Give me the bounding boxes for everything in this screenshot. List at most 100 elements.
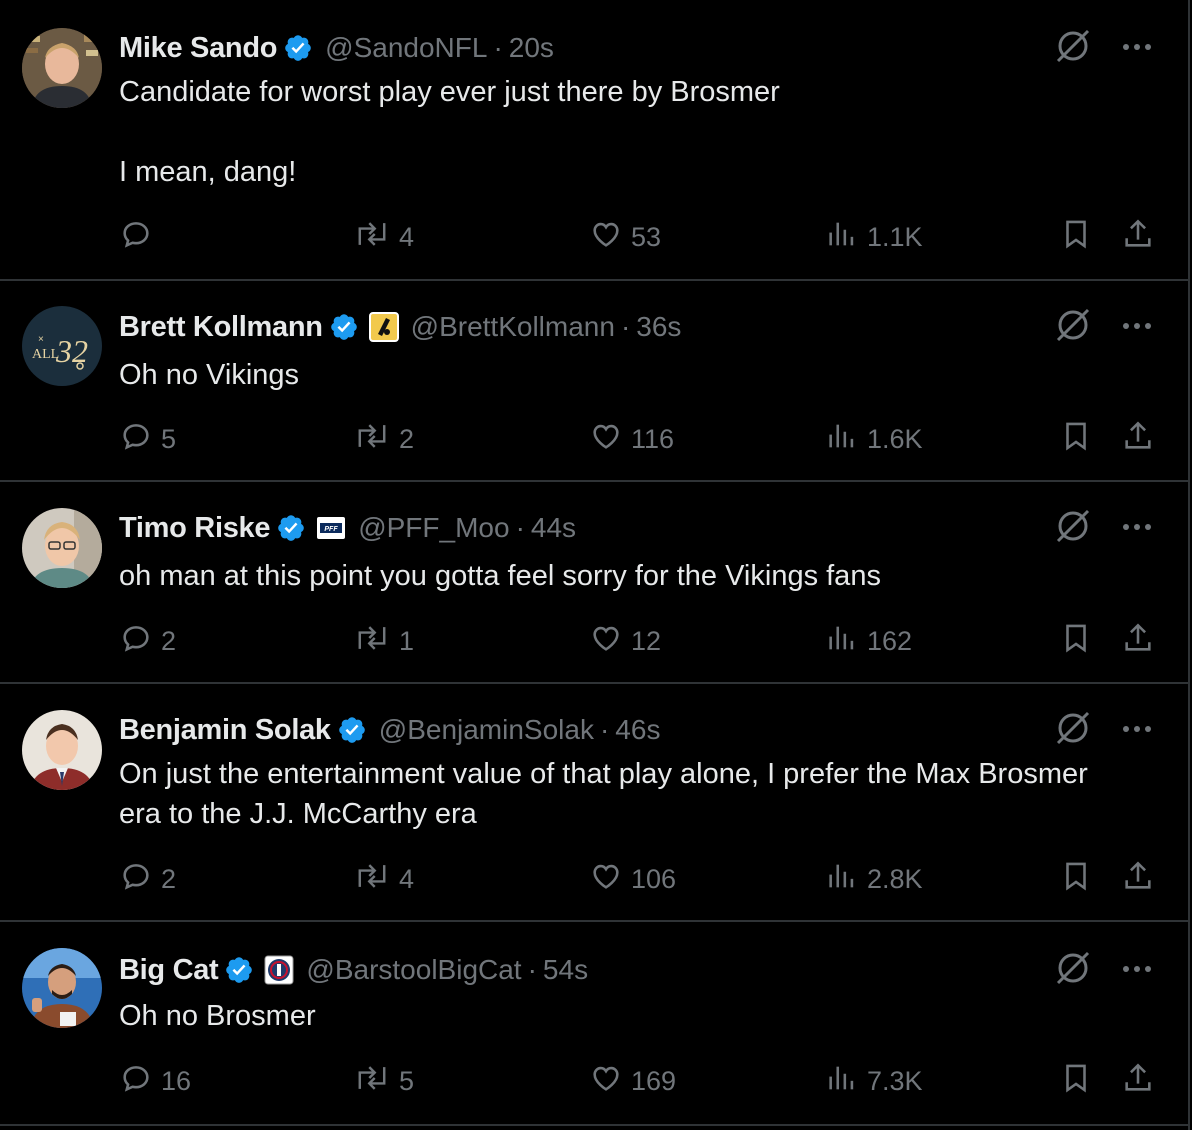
bookmark-icon xyxy=(1059,859,1093,900)
timestamp[interactable]: 20s xyxy=(509,32,554,64)
affiliation-badge-icon[interactable] xyxy=(368,312,399,342)
grok-icon[interactable] xyxy=(1054,949,1092,992)
handle[interactable]: @SandoNFL xyxy=(325,32,487,64)
display-name[interactable]: Mike Sando xyxy=(119,32,277,65)
avatar[interactable]: ALL 32 × xyxy=(22,306,102,386)
handle[interactable]: @BenjaminSolak xyxy=(379,714,594,746)
tweet-text-line: Oh no Vikings xyxy=(119,359,300,391)
verified-badge-icon xyxy=(224,955,254,985)
grok-icon[interactable] xyxy=(1054,709,1092,752)
share-button[interactable] xyxy=(1121,859,1155,899)
view-count: 1.1K xyxy=(867,221,923,252)
reply-count: 2 xyxy=(161,863,177,894)
reply-button[interactable]: 2 xyxy=(119,621,176,661)
tweet[interactable]: ALL 32 × Brett Kollmann @BrettKollmann ·… xyxy=(0,281,1188,482)
tweet-actions: 16 5 169 7.3K xyxy=(119,1061,1159,1101)
like-button[interactable]: 116 xyxy=(589,419,674,459)
more-icon[interactable] xyxy=(1122,721,1152,739)
more-icon[interactable] xyxy=(1122,961,1152,979)
views-button[interactable]: 1.1K xyxy=(825,217,923,257)
separator: · xyxy=(620,311,631,342)
tweet[interactable]: Benjamin Solak @BenjaminSolak · 46s On j… xyxy=(0,684,1188,922)
avatar[interactable] xyxy=(22,710,102,790)
tweet-text-line xyxy=(119,112,1169,152)
like-count: 116 xyxy=(631,423,675,454)
timestamp[interactable]: 44s xyxy=(531,512,576,544)
svg-text:×: × xyxy=(38,334,44,345)
share-button[interactable] xyxy=(1121,621,1155,661)
more-icon[interactable] xyxy=(1122,39,1152,57)
display-name[interactable]: Big Cat xyxy=(119,954,219,987)
views-button[interactable]: 2.8K xyxy=(825,859,923,899)
tweet-actions: 2 4 106 2.8K xyxy=(119,859,1159,899)
reply-button[interactable] xyxy=(119,217,161,257)
like-button[interactable]: 12 xyxy=(589,621,661,661)
reply-button[interactable]: 2 xyxy=(119,859,176,899)
handle[interactable]: @BrettKollmann xyxy=(411,311,615,343)
tweet-header: Benjamin Solak @BenjaminSolak · 46s xyxy=(119,710,660,750)
timestamp[interactable]: 54s xyxy=(543,954,588,986)
share-button[interactable] xyxy=(1121,1061,1155,1101)
tweet-text: Oh no Brosmer xyxy=(119,996,1169,1036)
more-icon[interactable] xyxy=(1122,318,1152,336)
handle[interactable]: @PFF_Moo xyxy=(358,512,509,544)
tweet[interactable]: Timo Riske PFF @PFF_Moo · 44s oh man at … xyxy=(0,482,1188,684)
display-name[interactable]: Benjamin Solak xyxy=(119,714,331,747)
grok-icon[interactable] xyxy=(1054,27,1092,70)
tweet[interactable]: Big Cat @BarstoolBigCat · 54s Oh no Bros… xyxy=(0,922,1188,1126)
views-button[interactable]: 162 xyxy=(825,621,912,661)
repost-button[interactable]: 4 xyxy=(353,217,414,257)
views-button[interactable]: 7.3K xyxy=(825,1061,923,1101)
affiliation-badge-icon[interactable] xyxy=(264,955,294,985)
share-button[interactable] xyxy=(1121,419,1155,459)
separator: · xyxy=(527,954,537,985)
grok-icon[interactable] xyxy=(1054,507,1092,550)
separator: · xyxy=(515,512,525,543)
like-icon xyxy=(589,217,623,258)
display-name[interactable]: Timo Riske xyxy=(119,512,271,545)
tweet[interactable]: Mike Sando @SandoNFL · 20s Candidate for… xyxy=(0,0,1188,281)
repost-icon xyxy=(353,621,391,662)
bookmark-button[interactable] xyxy=(1059,217,1093,257)
like-button[interactable]: 53 xyxy=(589,217,661,257)
separator: · xyxy=(493,32,503,63)
bookmark-button[interactable] xyxy=(1059,1061,1093,1101)
like-button[interactable]: 106 xyxy=(589,859,676,899)
repost-button[interactable]: 1 xyxy=(353,621,414,661)
reply-button[interactable]: 5 xyxy=(119,419,176,459)
repost-count: 4 xyxy=(399,221,415,252)
share-button[interactable] xyxy=(1121,217,1155,257)
repost-button[interactable]: 2 xyxy=(353,419,414,459)
separator: · xyxy=(599,714,610,745)
repost-button[interactable]: 5 xyxy=(353,1061,414,1101)
more-icon[interactable] xyxy=(1122,519,1152,537)
repost-button[interactable]: 4 xyxy=(353,859,414,899)
avatar[interactable] xyxy=(22,948,102,1028)
tweet-actions: 4 53 1.1K xyxy=(119,217,1159,257)
timestamp[interactable]: 46s xyxy=(615,714,660,746)
views-button[interactable]: 1.6K xyxy=(825,419,923,459)
like-icon xyxy=(589,419,623,460)
reply-count: 5 xyxy=(161,423,177,454)
svg-text:32: 32 xyxy=(55,333,88,369)
like-count: 12 xyxy=(631,625,662,656)
timestamp[interactable]: 36s xyxy=(636,311,681,343)
avatar[interactable] xyxy=(22,28,102,108)
like-button[interactable]: 169 xyxy=(589,1061,676,1101)
handle[interactable]: @BarstoolBigCat xyxy=(306,954,521,986)
like-count: 169 xyxy=(631,1065,677,1096)
display-name[interactable]: Brett Kollmann xyxy=(119,311,323,344)
reply-button[interactable]: 16 xyxy=(119,1061,191,1101)
grok-icon[interactable] xyxy=(1054,306,1092,349)
bookmark-button[interactable] xyxy=(1059,621,1093,661)
affiliation-badge-icon[interactable]: PFF xyxy=(316,516,346,540)
tweet-header: Big Cat @BarstoolBigCat · 54s xyxy=(119,950,588,990)
svg-text:PFF: PFF xyxy=(325,526,339,533)
avatar[interactable] xyxy=(22,508,102,588)
repost-count: 2 xyxy=(399,423,415,454)
bookmark-button[interactable] xyxy=(1059,859,1093,899)
bookmark-button[interactable] xyxy=(1059,419,1093,459)
tweet-actions: 5 2 116 1.6K xyxy=(119,419,1159,459)
tweet-header: Brett Kollmann @BrettKollmann · 36s xyxy=(119,307,681,347)
views-icon xyxy=(825,217,859,258)
